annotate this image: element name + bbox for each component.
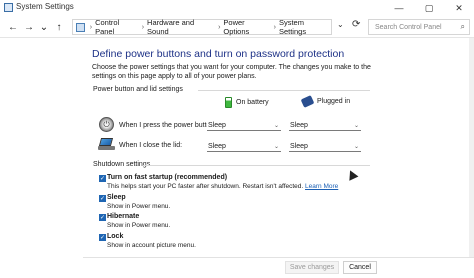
sleep-description: Show in Power menu. <box>107 203 171 210</box>
search-placeholder: Search Control Panel <box>375 23 442 31</box>
breadcrumb-hardware-and-sound[interactable]: Hardware and Sound <box>147 18 215 36</box>
control-panel-icon <box>4 3 13 12</box>
power-button-plugged-select[interactable]: Sleep ⌄ <box>289 120 361 131</box>
power-section-label: Power button and lid settings <box>93 86 183 93</box>
title-bar: System Settings — ▢ ✕ <box>0 0 474 16</box>
breadcrumb-separator: › <box>141 23 145 31</box>
chevron-down-icon: ⌄ <box>273 143 279 150</box>
breadcrumb-system-settings[interactable]: System Settings <box>279 18 331 36</box>
control-panel-icon <box>76 22 85 32</box>
chevron-down-icon: ⌄ <box>353 143 359 150</box>
close-button[interactable]: ✕ <box>444 0 474 16</box>
shutdown-section-label: Shutdown settings <box>93 161 151 168</box>
plugged-in-label: Plugged in <box>317 98 351 105</box>
address-dropdown-chevron-icon[interactable]: ⌄ <box>337 20 344 29</box>
hibernate-checkbox[interactable]: ✓ <box>99 214 106 221</box>
breadcrumb-control-panel[interactable]: Control Panel <box>95 18 139 36</box>
hibernate-label: Hibernate <box>107 213 140 220</box>
up-arrow-icon[interactable]: ↑ <box>52 20 66 34</box>
sleep-label: Sleep <box>107 194 126 201</box>
select-value: Sleep <box>290 142 308 150</box>
section-divider <box>198 90 370 91</box>
laptop-lid-icon <box>98 138 116 151</box>
window-title: System Settings <box>16 2 74 11</box>
select-value: Sleep <box>208 121 226 129</box>
power-button-row-label: When I press the power button: <box>119 122 217 129</box>
minimize-button[interactable]: — <box>384 0 414 16</box>
close-lid-battery-select[interactable]: Sleep ⌄ <box>207 141 281 152</box>
on-battery-label: On battery <box>236 99 269 106</box>
cancel-button[interactable]: Cancel <box>343 261 377 274</box>
breadcrumb-power-options[interactable]: Power Options <box>223 18 270 36</box>
select-value: Sleep <box>290 121 308 129</box>
footer-divider <box>83 257 474 258</box>
fast-startup-description: This helps start your PC faster after sh… <box>107 183 339 190</box>
left-gutter <box>0 38 83 278</box>
maximize-button[interactable]: ▢ <box>414 0 444 16</box>
close-lid-plugged-select[interactable]: Sleep ⌄ <box>289 141 361 152</box>
chevron-down-icon: ⌄ <box>353 122 359 129</box>
breadcrumb-separator: › <box>218 23 221 31</box>
battery-icon <box>225 97 232 108</box>
close-lid-row-label: When I close the lid: <box>119 142 183 149</box>
recent-locations-chevron-icon[interactable]: ⌄ <box>37 20 51 34</box>
hibernate-option[interactable]: ✓ Hibernate Show in Power menu. <box>99 213 219 231</box>
lock-label: Lock <box>107 233 124 240</box>
select-value: Sleep <box>208 142 226 150</box>
breadcrumb-separator: › <box>89 23 93 31</box>
chevron-down-icon: ⌄ <box>273 122 279 129</box>
breadcrumb-separator: › <box>273 23 276 31</box>
fast-startup-checkbox[interactable]: ✓ <box>99 175 106 182</box>
power-button-icon: ⏻ <box>99 117 114 132</box>
lock-description: Show in account picture menu. <box>107 242 196 249</box>
vertical-scrollbar[interactable] <box>469 38 474 258</box>
refresh-icon[interactable]: ⟳ <box>352 19 360 30</box>
learn-more-link[interactable]: Learn More <box>305 183 338 190</box>
forward-arrow-icon[interactable]: → <box>22 20 36 34</box>
save-changes-button[interactable]: Save changes <box>285 261 339 274</box>
on-battery-header: On battery <box>225 97 269 108</box>
address-bar[interactable]: › Control Panel › Hardware and Sound › P… <box>72 18 332 36</box>
fast-startup-label: Turn on fast startup (recommended) <box>107 174 228 181</box>
power-button-battery-select[interactable]: Sleep ⌄ <box>207 120 281 131</box>
fast-startup-option[interactable]: ✓ Turn on fast startup (recommended) Thi… <box>99 174 339 192</box>
plug-icon <box>300 95 315 108</box>
lock-option[interactable]: ✓ Lock Show in account picture menu. <box>99 233 239 251</box>
hibernate-description: Show in Power menu. <box>107 222 171 229</box>
page-title: Define power buttons and turn on passwor… <box>92 48 345 60</box>
sleep-option[interactable]: ✓ Sleep Show in Power menu. <box>99 194 219 212</box>
search-icon: ⌕ <box>460 22 465 31</box>
lock-checkbox[interactable]: ✓ <box>99 234 106 241</box>
page-description: Choose the power settings that you want … <box>92 64 371 80</box>
plugged-in-header: Plugged in <box>300 95 351 108</box>
sleep-checkbox[interactable]: ✓ <box>99 195 106 202</box>
navigation-bar: ← → ⌄ ↑ › Control Panel › Hardware and S… <box>0 16 474 38</box>
back-arrow-icon[interactable]: ← <box>6 20 20 34</box>
search-input[interactable]: Search Control Panel ⌕ <box>368 19 470 35</box>
section-divider <box>143 165 370 166</box>
